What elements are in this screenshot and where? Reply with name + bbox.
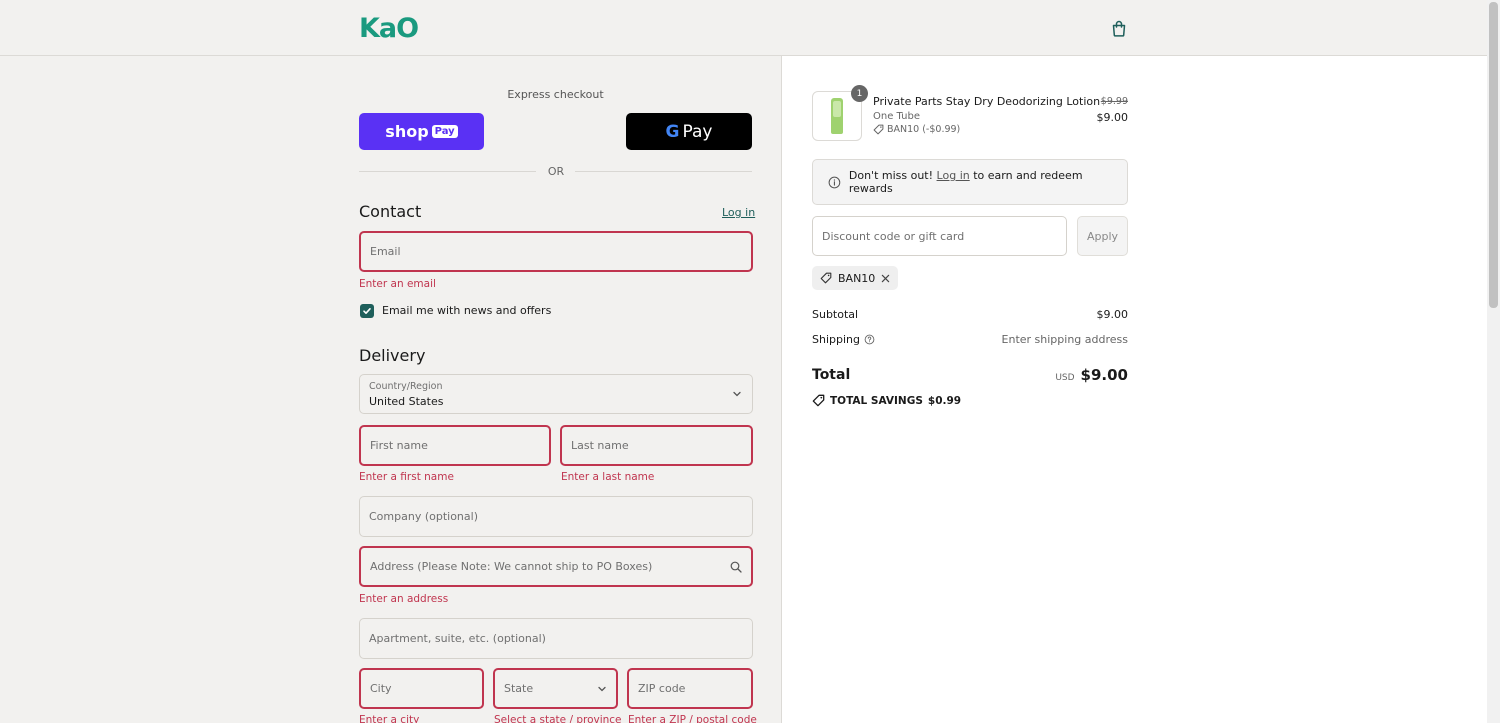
product-variant: One Tube <box>873 111 920 122</box>
rewards-login-link[interactable]: Log in <box>937 169 970 182</box>
savings-value: $0.99 <box>927 394 962 407</box>
address-placeholder: Address (Please Note: We cannot ship to … <box>370 560 653 573</box>
rewards-prefix: Don't miss out! <box>848 169 934 182</box>
shop-pay-button[interactable]: shop Pay <box>359 113 484 150</box>
total-label: Total <box>812 367 851 383</box>
address-error: Enter an address <box>359 593 449 605</box>
discount-code-placeholder: Discount code or gift card <box>822 229 965 243</box>
close-icon <box>882 274 890 282</box>
zip-input[interactable]: ZIP code <box>627 668 753 709</box>
apply-button[interactable]: Apply <box>1077 216 1128 256</box>
newsletter-label: Email me with news and offers <box>382 304 552 317</box>
shipping-label: Shipping <box>812 333 860 346</box>
chevron-down-icon <box>733 391 741 397</box>
city-error: Enter a city <box>359 714 420 723</box>
kao-logo[interactable]: KaO <box>359 13 419 44</box>
checkout-form-panel: Express checkout shop Pay G Pay OR Conta… <box>0 56 782 723</box>
cart-button[interactable] <box>1108 17 1130 39</box>
product-price: $9.00 <box>1096 111 1129 124</box>
newsletter-checkbox[interactable] <box>360 304 374 318</box>
state-error: Select a state / province <box>494 714 622 723</box>
email-placeholder: Email <box>370 245 401 258</box>
page-scrollbar[interactable] <box>1487 0 1500 723</box>
address-input[interactable]: Address (Please Note: We cannot ship to … <box>359 546 753 587</box>
first-name-input[interactable]: First name <box>359 425 551 466</box>
order-summary-panel: 1 Private Parts Stay Dry Deodorizing Lot… <box>783 56 1487 723</box>
product-name: Private Parts Stay Dry Deodorizing Lotio… <box>873 95 1101 108</box>
checkmark-icon <box>363 308 371 314</box>
last-name-error: Enter a last name <box>561 471 655 483</box>
zip-error: Enter a ZIP / postal code <box>628 714 757 723</box>
express-checkout-label: Express checkout <box>507 88 604 101</box>
login-link[interactable]: Log in <box>722 206 755 219</box>
zip-placeholder: ZIP code <box>638 682 686 695</box>
chevron-down-icon <box>598 686 606 691</box>
contact-title: Contact <box>359 202 422 221</box>
first-name-error: Enter a first name <box>359 471 454 483</box>
apartment-input[interactable]: Apartment, suite, etc. (optional) <box>359 618 753 659</box>
state-select[interactable]: State <box>493 668 618 709</box>
product-discount: BAN10 (-$0.99) <box>873 124 960 135</box>
tag-icon <box>873 124 884 135</box>
shipping-value: Enter shipping address <box>1001 333 1128 346</box>
or-text: OR <box>547 165 565 178</box>
country-select[interactable]: Country/Region United States <box>359 374 753 414</box>
product-discount-text: BAN10 (-$0.99) <box>887 124 961 135</box>
city-input[interactable]: City <box>359 668 484 709</box>
applied-discount-code: BAN10 <box>838 271 876 285</box>
subtotal-row: Subtotal $9.00 <box>812 308 1128 321</box>
company-input[interactable]: Company (optional) <box>359 496 753 537</box>
total-value: $9.00 <box>1080 366 1128 384</box>
apartment-placeholder: Apartment, suite, etc. (optional) <box>369 632 546 645</box>
country-label: Country/Region <box>369 381 443 392</box>
delivery-title: Delivery <box>359 346 426 365</box>
company-placeholder: Company (optional) <box>369 510 478 523</box>
state-placeholder: State <box>504 682 534 695</box>
city-placeholder: City <box>370 682 392 695</box>
email-error: Enter an email <box>359 278 436 290</box>
shop-pay-badge: Pay <box>431 125 458 138</box>
product-original-price: $9.99 <box>1100 96 1128 107</box>
applied-discount-chip: BAN10 <box>812 266 899 290</box>
scrollbar-thumb[interactable] <box>1489 2 1498 308</box>
shop-pay-label: shop <box>385 122 429 141</box>
shipping-row: Shipping Enter shipping address <box>812 333 1128 346</box>
info-icon <box>828 176 841 188</box>
header-bar: KaO <box>0 0 1487 56</box>
google-pay-button[interactable]: G Pay <box>626 113 752 150</box>
savings-label: TOTAL SAVINGS <box>830 394 923 407</box>
shopping-bag-icon <box>1112 20 1126 37</box>
help-icon[interactable] <box>864 334 875 345</box>
subtotal-label: Subtotal <box>812 308 859 321</box>
google-pay-label: Pay <box>682 121 713 142</box>
tag-icon <box>820 272 832 284</box>
last-name-input[interactable]: Last name <box>560 425 753 466</box>
email-input[interactable]: Email <box>359 231 753 272</box>
quantity-badge: 1 <box>851 85 868 102</box>
remove-discount-button[interactable] <box>881 274 890 283</box>
last-name-placeholder: Last name <box>571 439 629 452</box>
total-row: Total USD $9.00 <box>812 366 1128 384</box>
search-icon <box>730 561 742 573</box>
total-currency: USD <box>1055 373 1075 383</box>
google-g-icon: G <box>665 121 680 142</box>
rewards-banner: Don't miss out! Log in to earn and redee… <box>812 159 1128 205</box>
subtotal-value: $9.00 <box>1096 308 1129 321</box>
lotion-tube-image <box>831 98 843 134</box>
first-name-placeholder: First name <box>370 439 428 452</box>
total-savings: TOTAL SAVINGS $0.99 <box>812 394 961 407</box>
tag-icon <box>812 394 825 407</box>
country-value: United States <box>369 395 444 408</box>
discount-code-input[interactable]: Discount code or gift card <box>812 216 1067 256</box>
